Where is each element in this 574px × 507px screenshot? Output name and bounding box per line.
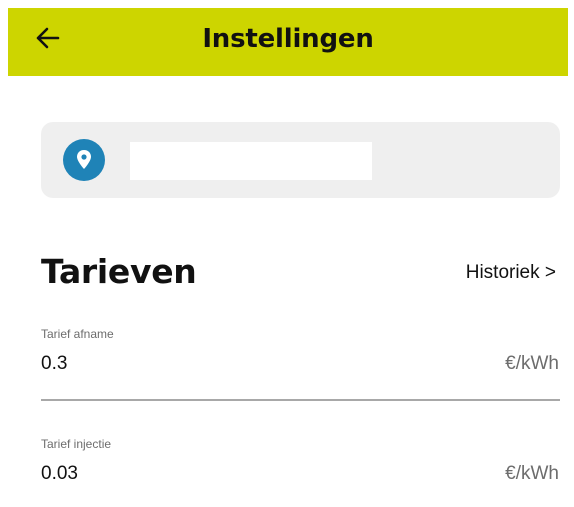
field-underline: [41, 399, 560, 401]
field-unit: €/kWh: [505, 353, 559, 374]
map-pin-icon: [63, 139, 105, 181]
field-unit: €/kWh: [505, 463, 559, 484]
tariff-afname-value[interactable]: 0.3: [41, 353, 67, 375]
history-link[interactable]: Historiek >: [466, 262, 556, 284]
field-label: Tarief injectie: [41, 437, 112, 451]
location-input[interactable]: [130, 142, 372, 180]
settings-screen: Instellingen Tarieven Historiek > Tarief…: [0, 0, 574, 507]
section-title-tarieven: Tarieven: [41, 252, 197, 291]
location-card: [41, 122, 560, 198]
header-bar: Instellingen: [8, 8, 568, 76]
field-label: Tarief afname: [41, 327, 114, 341]
page-title: Instellingen: [202, 24, 374, 54]
tariff-injectie-value[interactable]: 0.03: [41, 463, 78, 485]
